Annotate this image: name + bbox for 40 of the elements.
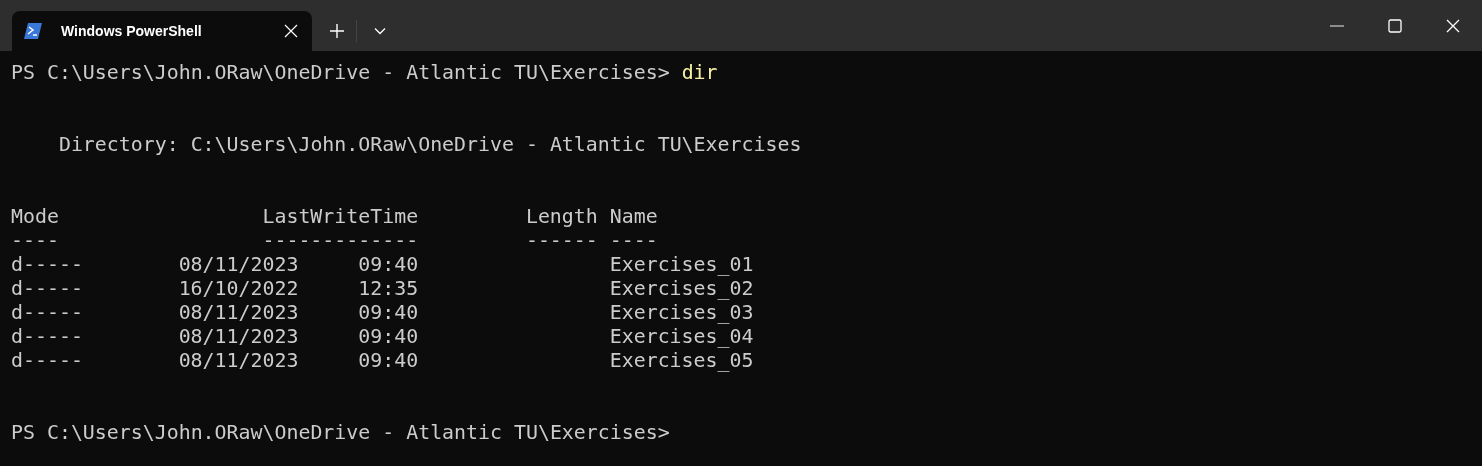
date-cell: 08/11/2023 xyxy=(178,325,299,349)
column-header: LastWriteTime xyxy=(262,205,419,229)
name-cell: Exercises_04 xyxy=(609,325,754,349)
tab[interactable]: Windows PowerShell xyxy=(12,11,312,51)
time-cell: 12:35 xyxy=(358,277,419,301)
name-cell: Exercises_01 xyxy=(609,253,754,277)
date-cell: 08/11/2023 xyxy=(178,349,299,373)
mode-cell: d----- xyxy=(11,349,83,373)
column-header: Name xyxy=(609,205,658,229)
maximize-icon xyxy=(1388,18,1402,33)
powershell-icon xyxy=(24,23,42,39)
command-text: dir xyxy=(681,61,718,85)
column-underline: ---- xyxy=(11,229,59,253)
output-text: Directory: C:\Users\John.ORaw\OneDrive - Atlantic TU\Exercises xyxy=(57,133,802,157)
time-cell: 09:40 xyxy=(358,301,419,325)
column-header: Mode xyxy=(11,205,59,229)
name-cell: Exercises_02 xyxy=(609,277,754,301)
close-icon xyxy=(1446,18,1460,33)
name-cell: Exercises_05 xyxy=(609,349,754,373)
mode-cell: d----- xyxy=(11,325,83,349)
time-cell: 09:40 xyxy=(358,253,419,277)
mode-cell: d----- xyxy=(11,301,83,325)
column-header: Length xyxy=(525,205,598,229)
mode-cell: d----- xyxy=(11,253,83,277)
prompt-text: PS C:\Users\John.ORaw\OneDrive - Atlantic TU\Exercises> xyxy=(11,61,671,85)
column-underline: ---- xyxy=(609,229,658,253)
date-cell: 16/10/2022 xyxy=(178,277,299,301)
date-cell: 08/11/2023 xyxy=(178,253,299,277)
column-underline: ------------- xyxy=(262,229,419,253)
minimize-icon xyxy=(1330,24,1344,27)
column-underline: ------ xyxy=(525,229,598,253)
date-cell: 08/11/2023 xyxy=(178,301,299,325)
name-cell: Exercises_03 xyxy=(609,301,754,325)
plus-icon xyxy=(329,23,345,39)
time-cell: 09:40 xyxy=(358,349,419,373)
time-cell: 09:40 xyxy=(358,325,419,349)
close-tab-icon[interactable] xyxy=(284,24,298,38)
prompt-text: PS C:\Users\John.ORaw\OneDrive - Atlantic TU\Exercises> xyxy=(11,421,670,445)
mode-cell: d----- xyxy=(11,277,83,301)
chevron-down-icon xyxy=(374,27,386,35)
